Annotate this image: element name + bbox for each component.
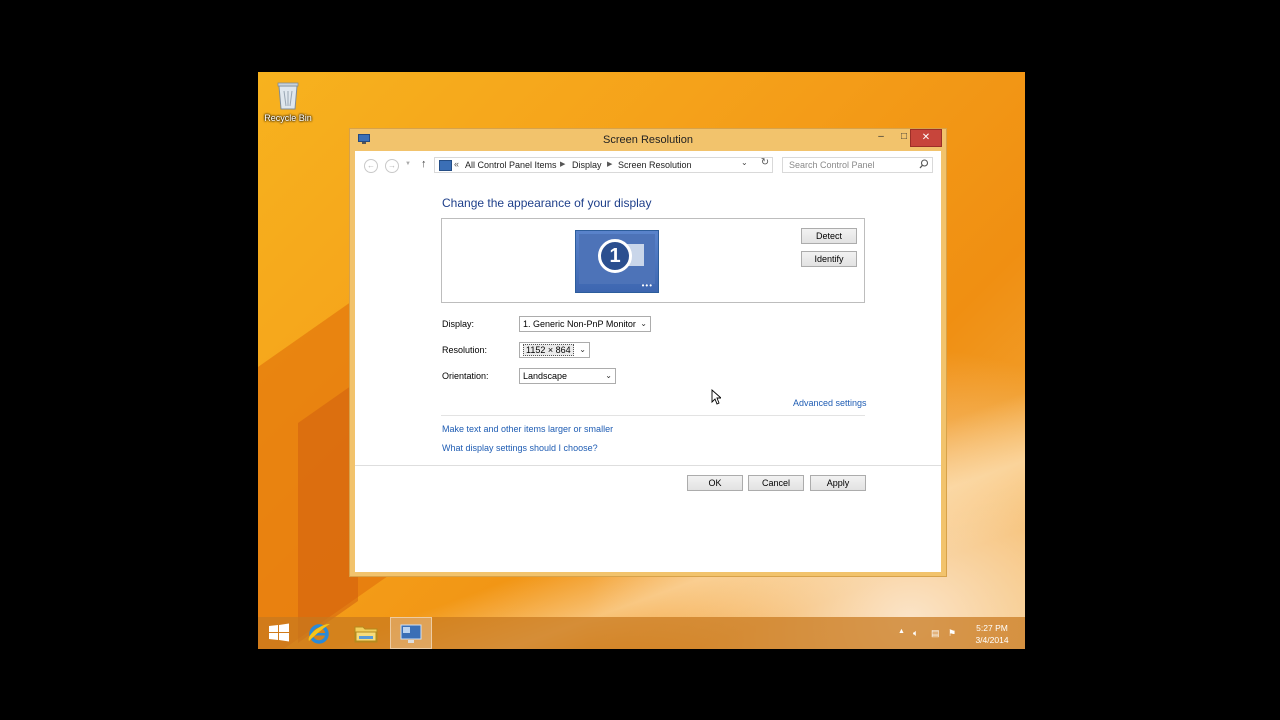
monitor-number: 1 — [598, 239, 632, 273]
recycle-bin-icon — [276, 80, 300, 110]
breadcrumb-overflow[interactable]: « — [454, 159, 459, 169]
desktop-icon-label: Recycle Bin — [264, 113, 312, 123]
display-select-value: 1. Generic Non-PnP Monitor — [523, 319, 636, 329]
search-input[interactable] — [782, 157, 933, 173]
breadcrumb-all-control-panel-items[interactable]: All Control Panel Items — [465, 160, 557, 170]
orientation-select-value: Landscape — [523, 371, 568, 381]
search-icon[interactable] — [919, 159, 929, 169]
advanced-settings-link[interactable]: Advanced settings — [793, 398, 867, 408]
action-center-flag-icon[interactable]: ⚑ — [948, 628, 956, 639]
title-bar[interactable]: Screen Resolution – □ ✕ — [350, 129, 946, 151]
forward-arrow-icon[interactable]: → — [385, 159, 399, 173]
window-client-area: ← → ▼ ↑ « All Control Panel Items ▶ Disp… — [355, 151, 941, 572]
resolution-select-value: 1152 × 864 — [523, 344, 574, 356]
apply-button[interactable]: Apply — [810, 475, 866, 491]
display-select[interactable]: 1. Generic Non-PnP Monitor ⌄ — [519, 316, 651, 332]
resolution-label: Resolution: — [442, 345, 488, 355]
orientation-select[interactable]: Landscape ⌄ — [519, 368, 616, 384]
breadcrumb-display[interactable]: Display — [572, 160, 602, 170]
back-arrow-icon[interactable]: ← — [364, 159, 378, 173]
show-hidden-icons-chevron-icon[interactable]: ▲ — [898, 628, 905, 635]
display-label: Display: — [442, 319, 475, 329]
file-explorer-taskbar-button[interactable] — [346, 617, 386, 649]
breadcrumb-separator-icon[interactable]: ▶ — [607, 160, 612, 168]
close-button[interactable]: ✕ — [910, 129, 942, 147]
file-explorer-icon — [354, 626, 378, 643]
internet-explorer-icon — [308, 623, 330, 644]
page-title: Change the appearance of your display — [442, 196, 652, 210]
refresh-icon[interactable]: ↻ — [758, 157, 772, 173]
clock-time: 5:27 PM — [976, 623, 1008, 633]
cancel-button[interactable]: Cancel — [748, 475, 804, 491]
minimize-button[interactable]: – — [870, 129, 892, 147]
mouse-pointer-icon — [711, 388, 723, 405]
taskbar: ▲ 🔈︎ ▤ ⚑ 5:27 PM 3/4/2014 — [258, 617, 1025, 649]
system-clock[interactable]: 5:27 PM 3/4/2014 — [968, 622, 1016, 646]
screen-resolution-window: Screen Resolution – □ ✕ ← → ▼ ↑ « All Co… — [349, 128, 947, 577]
chevron-down-icon: ⌄ — [579, 345, 586, 354]
window-title: Screen Resolution — [603, 134, 693, 146]
breadcrumb-screen-resolution[interactable]: Screen Resolution — [618, 160, 692, 170]
control-panel-icon — [439, 160, 452, 171]
screen-resolution-taskbar-button[interactable] — [390, 617, 432, 649]
desktop-icon-recycle-bin[interactable]: Recycle Bin — [260, 78, 316, 123]
start-icon — [269, 623, 289, 642]
chevron-down-icon: ⌄ — [605, 371, 612, 380]
chevron-down-icon: ⌄ — [640, 319, 647, 328]
display-settings-help-link[interactable]: What display settings should I choose? — [442, 443, 598, 453]
breadcrumb-separator-icon[interactable]: ▶ — [560, 160, 565, 168]
text-size-link[interactable]: Make text and other items larger or smal… — [442, 424, 613, 434]
orientation-label: Orientation: — [442, 371, 489, 381]
address-bar[interactable]: « All Control Panel Items ▶ Display ▶ Sc… — [434, 157, 773, 173]
navigation-bar: ← → ▼ ↑ « All Control Panel Items ▶ Disp… — [355, 151, 941, 179]
divider — [441, 415, 865, 416]
monitor-dots-icon: ••• — [641, 281, 653, 290]
monitor-1-tile[interactable]: 1 ••• — [575, 230, 659, 293]
up-arrow-icon[interactable]: ↑ — [421, 158, 427, 170]
display-arrangement-area: 1 ••• Detect Identify — [441, 218, 865, 303]
network-icon[interactable]: ▤ — [931, 628, 940, 639]
detect-button[interactable]: Detect — [801, 228, 857, 244]
internet-explorer-taskbar-button[interactable] — [300, 617, 340, 649]
start-button[interactable] — [260, 617, 300, 649]
recent-locations-chevron-icon[interactable]: ▼ — [405, 161, 411, 167]
volume-icon[interactable]: 🔈︎ — [913, 628, 918, 639]
ok-button[interactable]: OK — [687, 475, 743, 491]
address-dropdown-icon[interactable]: ⌄ — [741, 158, 748, 167]
divider — [355, 465, 941, 466]
identify-button[interactable]: Identify — [801, 251, 857, 267]
resolution-select[interactable]: 1152 × 864 ⌄ — [519, 342, 590, 358]
display-settings-icon — [400, 624, 422, 643]
clock-date: 3/4/2014 — [975, 635, 1009, 645]
